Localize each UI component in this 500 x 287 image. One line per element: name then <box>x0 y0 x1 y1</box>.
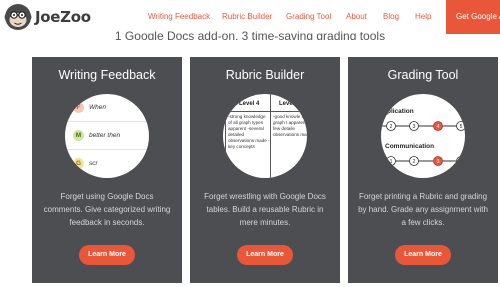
feedback-row: G scr <box>73 158 98 169</box>
table-line <box>225 94 226 178</box>
nav-grading-tool[interactable]: Grading Tool <box>286 12 331 21</box>
divider <box>65 121 149 122</box>
table-line <box>223 111 307 112</box>
feedback-text: scr <box>89 160 98 167</box>
learn-more-button[interactable]: Learn More <box>395 245 451 265</box>
svg-text:2: 2 <box>413 159 416 165</box>
nav-blog[interactable]: Blog <box>383 12 399 21</box>
feedback-badge: G <box>73 158 84 169</box>
main-nav: Writing Feedback Rubric Builder Grading … <box>0 12 500 26</box>
card-writing-feedback: Writing Feedback F When M better then G … <box>32 57 182 283</box>
feedback-text: When <box>89 104 106 111</box>
svg-text:2: 2 <box>390 124 393 130</box>
writing-feedback-preview: F When M better then G scr <box>65 94 149 178</box>
nav-writing-feedback[interactable]: Writing Feedback <box>148 12 210 21</box>
feedback-text: better then <box>89 132 121 139</box>
page-subtitle: 1 Google Docs add-on, 3 time-saving grad… <box>114 29 386 40</box>
svg-text:4: 4 <box>437 124 440 130</box>
table-line <box>270 94 271 178</box>
svg-text:1: 1 <box>390 159 393 165</box>
feedback-row: M better then <box>73 130 120 141</box>
grading-scale[interactable]: 2 3 4 5 <box>381 119 465 133</box>
svg-text:4: 4 <box>460 159 463 165</box>
card-description: Forget using Google Docs comments. Give … <box>43 192 171 227</box>
rubric-cell-text: -good knowle of all graph t apparent -a … <box>273 114 307 137</box>
svg-text:3: 3 <box>437 159 440 165</box>
rubric-column-header: Level 4 <box>239 101 260 107</box>
rubric-column-header: Level <box>279 101 295 107</box>
learn-more-button[interactable]: Learn More <box>237 245 293 265</box>
card-description: Forget printing a Rubric and grading by … <box>358 192 488 227</box>
nav-rubric-builder[interactable]: Rubric Builder <box>222 12 272 21</box>
criterion-label: pplication <box>383 108 414 115</box>
rubric-builder-preview: Level 4 Level -strong knowledge of all g… <box>223 94 307 178</box>
grading-scale[interactable]: 1 2 3 4 <box>381 154 465 168</box>
rubric-cell-text: -strong knowledge of all graph types app… <box>228 114 270 149</box>
nav-about[interactable]: About <box>346 12 367 21</box>
feedback-badge: F <box>73 102 84 113</box>
feedback-badge: M <box>73 130 84 141</box>
divider <box>65 149 149 150</box>
svg-text:3: 3 <box>413 124 416 130</box>
feedback-row: F When <box>73 102 106 113</box>
card-title: Writing Feedback <box>58 68 156 82</box>
card-title: Grading Tool <box>387 68 459 82</box>
grading-tool-preview: pplication 2 3 4 5 Communication 1 2 3 4 <box>381 94 465 178</box>
card-grading-tool: Grading Tool pplication 2 3 4 5 Communic… <box>348 57 498 283</box>
card-description: Forget wrestling with Google Docs tables… <box>204 192 326 227</box>
learn-more-button[interactable]: Learn More <box>79 245 135 265</box>
svg-text:5: 5 <box>460 124 463 130</box>
card-rubric-builder: Rubric Builder Level 4 Level -strong kno… <box>190 57 340 283</box>
card-title: Rubric Builder <box>225 68 305 82</box>
criterion-label: Communication <box>385 143 435 150</box>
nav-help[interactable]: Help <box>415 12 431 21</box>
